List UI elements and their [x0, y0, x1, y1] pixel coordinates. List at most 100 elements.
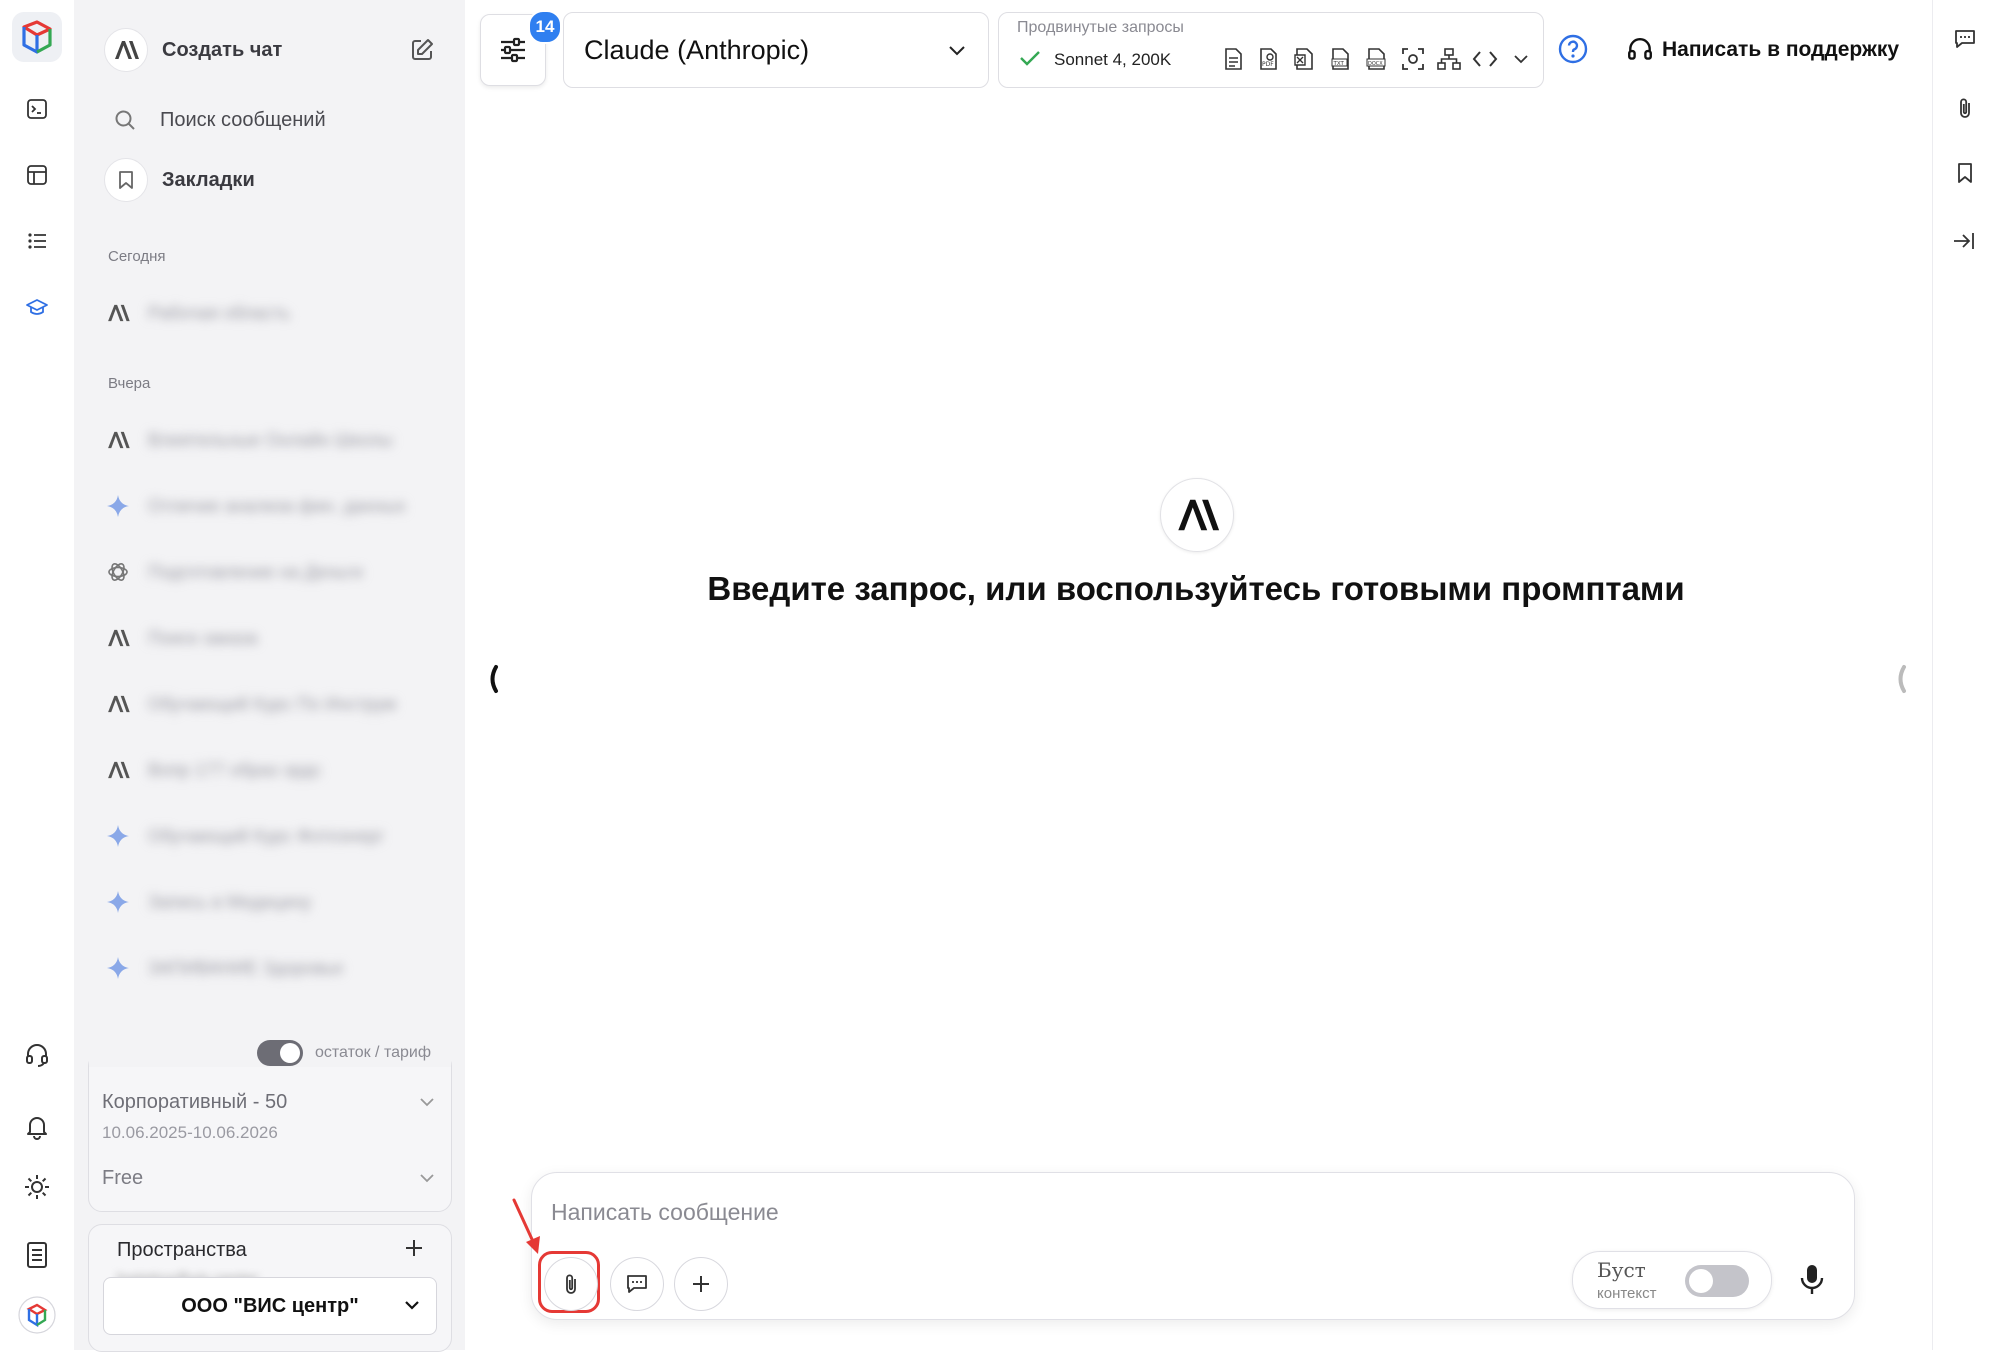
- anthropic-icon: [104, 690, 132, 718]
- chat-title: Влиятельные Онлайн Школы: [148, 429, 393, 450]
- anthropic-logo-icon: [1160, 478, 1234, 552]
- advanced-title: Продвинутые запросы: [1017, 19, 1184, 36]
- app-logo-icon[interactable]: [12, 12, 62, 62]
- anthropic-icon: [104, 624, 132, 652]
- headset-icon: [1626, 36, 1654, 64]
- chat-item[interactable]: Поиск заказа: [104, 614, 444, 662]
- chat-item[interactable]: Влиятельные Онлайн Школы: [104, 416, 444, 464]
- gemini-sparkle-icon: [104, 954, 132, 982]
- chat-title: Отличие анализа фин. данных: [148, 495, 406, 516]
- anthropic-icon: [104, 756, 132, 784]
- model-select[interactable]: Claude (Anthropic): [563, 12, 989, 88]
- bell-icon[interactable]: [12, 1102, 62, 1152]
- chat-item[interactable]: Обучающий Курс Фотоэнерг: [104, 812, 444, 860]
- gemini-sparkle-icon: [104, 492, 132, 520]
- svg-text:DOCX: DOCX: [1368, 61, 1383, 67]
- terminal-icon[interactable]: [12, 84, 62, 134]
- attach-file-button[interactable]: [544, 1257, 598, 1311]
- chat-title: Запись в Медицину: [148, 891, 312, 912]
- chevron-down-icon: [404, 1300, 420, 1310]
- plan-dates: 10.06.2025-10.06.2026: [102, 1123, 278, 1142]
- edit-icon[interactable]: [409, 37, 435, 63]
- balance-toggle[interactable]: [256, 1040, 303, 1066]
- chat-title: Обучающий Курс Фотоэнерг: [148, 825, 385, 846]
- section-today-label: Сегодня: [108, 248, 166, 265]
- chevron-down-icon[interactable]: [419, 1173, 435, 1183]
- table-icon[interactable]: [12, 150, 62, 200]
- plus-icon: [690, 1273, 712, 1295]
- boost-label: Буст: [1597, 1258, 1646, 1282]
- empty-state-headline: Введите запрос, или воспользуйтесь готов…: [707, 570, 1685, 607]
- search-messages[interactable]: Поиск сообщений: [104, 94, 435, 146]
- chat-item[interactable]: Подготовление на Деньги: [104, 548, 444, 596]
- chat-item[interactable]: Обучающий Курс По Инструм: [104, 680, 444, 728]
- org-select[interactable]: ООО "ВИС центр": [103, 1277, 437, 1335]
- boost-switch[interactable]: [1685, 1265, 1749, 1297]
- chat-title: Подготовление на Деньги: [148, 561, 363, 582]
- excel-file-icon: [1291, 45, 1319, 73]
- chevron-down-icon[interactable]: [1507, 45, 1535, 73]
- spaces-title: Пространства: [117, 1239, 247, 1261]
- settings-badge: 14: [528, 10, 562, 44]
- spaces-card: Пространства logistics@vis.center ООО "В…: [88, 1224, 452, 1352]
- message-input[interactable]: Написать сообщение: [551, 1199, 779, 1226]
- check-icon: [1019, 49, 1041, 67]
- svg-text:TXT: TXT: [1333, 61, 1345, 67]
- bookmarks-label: Закладки: [162, 168, 255, 191]
- graduation-cap-icon[interactable]: [12, 283, 62, 333]
- chevron-down-icon[interactable]: [419, 1097, 435, 1107]
- support-label: Написать в поддержку: [1662, 38, 1900, 61]
- boost-context-toggle[interactable]: Буст контекст: [1572, 1251, 1772, 1309]
- prompts-icon: [626, 1273, 648, 1295]
- plan-card: остаток / тариф Корпоративный - 50 10.06…: [88, 1039, 452, 1212]
- document-icon[interactable]: [12, 1230, 62, 1280]
- sun-icon[interactable]: [12, 1162, 62, 1212]
- create-chat-button[interactable]: Создать чат: [104, 24, 435, 76]
- paperclip-icon: [563, 1272, 579, 1296]
- next-prompts-handle-icon[interactable]: [1894, 664, 1908, 694]
- screenshot-icon: [1399, 45, 1427, 73]
- chat-item[interactable]: ЗАПИВАНИЕ Здоровье: [104, 944, 444, 992]
- left-rail: [0, 0, 74, 1350]
- create-chat-label: Создать чат: [162, 38, 283, 61]
- chat-item[interactable]: Рабочая область: [104, 289, 444, 337]
- prompts-icon[interactable]: [1954, 28, 1976, 50]
- bookmark-icon: [104, 158, 148, 202]
- boost-sub-label: контекст: [1597, 1285, 1657, 1302]
- gemini-sparkle-icon: [104, 822, 132, 850]
- chat-item[interactable]: Запись в Медицину: [104, 878, 444, 926]
- doc-file-icon: [1219, 45, 1247, 73]
- attachment-icon[interactable]: [1957, 96, 1973, 120]
- format-icons: PDF TXT DOCX: [1219, 45, 1535, 73]
- add-space-icon[interactable]: [403, 1237, 425, 1259]
- prev-prompts-handle-icon[interactable]: [486, 664, 500, 694]
- anthropic-icon: [104, 28, 148, 72]
- chat-title: ЗАПИВАНИЕ Здоровье: [148, 957, 344, 978]
- chat-title: Поиск заказа: [148, 627, 258, 648]
- support-button[interactable]: Написать в поддержку: [1626, 34, 1899, 66]
- code-icon: [1471, 45, 1499, 73]
- txt-file-icon: TXT: [1327, 45, 1355, 73]
- chat-item[interactable]: Вопр 177 образ эрдс: [104, 746, 444, 794]
- add-button[interactable]: [674, 1257, 728, 1311]
- sliders-icon: [498, 36, 528, 64]
- balance-toggle-label: остаток / тариф: [314, 1044, 431, 1061]
- annotation-arrow-icon: [510, 1198, 550, 1258]
- chevron-down-icon: [948, 45, 966, 56]
- collapse-panel-icon[interactable]: [1952, 230, 1976, 252]
- headset-icon[interactable]: [12, 1030, 62, 1080]
- bookmarks-button[interactable]: Закладки: [104, 154, 435, 206]
- search-input[interactable]: Поиск сообщений: [160, 109, 326, 132]
- sidebar: Создать чат Поиск сообщений Закладки Сег…: [74, 0, 465, 1352]
- list-icon[interactable]: [12, 216, 62, 266]
- right-rail-divider: [1932, 0, 1933, 1350]
- prompts-button[interactable]: [610, 1257, 664, 1311]
- chat-title: Рабочая область: [148, 302, 291, 323]
- advanced-requests[interactable]: Продвинутые запросы Sonnet 4, 200K PDF T…: [998, 12, 1544, 88]
- svg-text:PDF: PDF: [1262, 61, 1274, 68]
- bookmark-icon[interactable]: [1957, 162, 1973, 184]
- help-icon[interactable]: [1558, 34, 1588, 64]
- plan-free: Free: [102, 1167, 144, 1189]
- microphone-icon[interactable]: [1798, 1263, 1826, 1297]
- chat-item[interactable]: Отличие анализа фин. данных: [104, 482, 444, 530]
